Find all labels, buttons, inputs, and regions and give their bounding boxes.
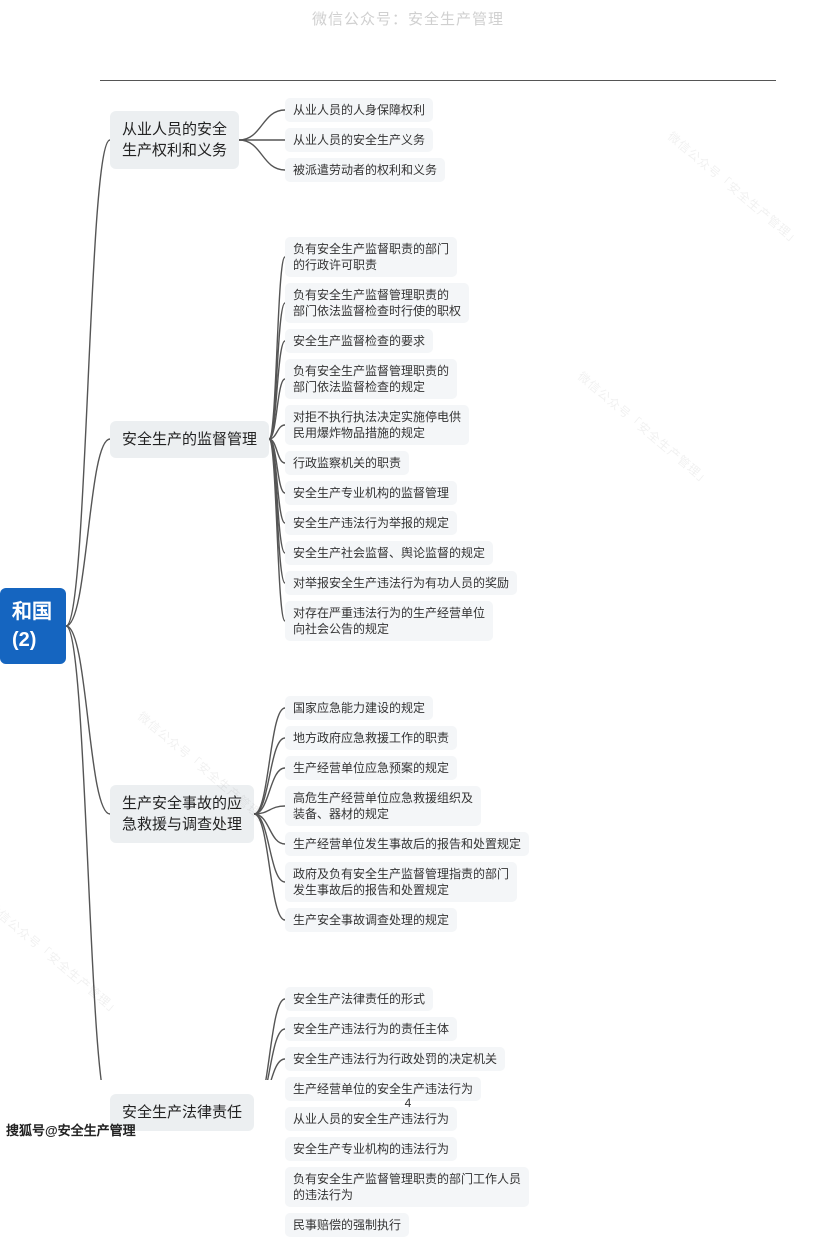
leaf-node: 安全生产法律责任的形式 — [285, 987, 433, 1011]
leaf-node: 地方政府应急救援工作的职责 — [285, 726, 457, 750]
leaf-node: 行政监察机关的职责 — [285, 451, 409, 475]
header-watermark: 微信公众号：安全生产管理 — [0, 8, 816, 29]
leaf-node: 安全生产违法行为的责任主体 — [285, 1017, 457, 1041]
leaf-node: 安全生产违法行为行政处罚的决定机关 — [285, 1047, 505, 1071]
leaf-node: 安全生产社会监督、舆论监督的规定 — [285, 541, 493, 565]
leaf-node: 从业人员的安全生产违法行为 — [285, 1107, 457, 1131]
leaf-node: 生产安全事故调查处理的规定 — [285, 908, 457, 932]
leaf-node: 负有安全生产监督管理职责的部门工作人员 的违法行为 — [285, 1167, 529, 1207]
leaf-node: 从业人员的人身保障权利 — [285, 98, 433, 122]
leaf-node: 生产经营单位发生事故后的报告和处置规定 — [285, 832, 529, 856]
leaf-node: 高危生产经营单位应急救援组织及 装备、器材的规定 — [285, 786, 481, 826]
leaf-node: 安全生产违法行为举报的规定 — [285, 511, 457, 535]
footer-source: 搜狐号@安全生产管理 — [6, 1120, 136, 1139]
mindmap-canvas: 从业人员的人身保障权利从业人员的安全生产义务被派遣劳动者的权利和义务 从业人员的安… — [0, 80, 816, 1080]
branch-node: 生产安全事故的应 急救援与调查处理 — [110, 785, 254, 843]
leaf-node: 安全生产监督检查的要求 — [285, 329, 433, 353]
leaf-node: 安全生产专业机构的违法行为 — [285, 1137, 457, 1161]
branch-node: 安全生产的监督管理 — [110, 421, 269, 458]
leaf-node: 从业人员的安全生产义务 — [285, 128, 433, 152]
leaf-node: 对拒不执行执法决定实施停电供 民用爆炸物品措施的规定 — [285, 405, 469, 445]
leaf-node: 政府及负有安全生产监督管理指责的部门 发生事故后的报告和处置规定 — [285, 862, 517, 902]
leaf-node: 被派遣劳动者的权利和义务 — [285, 158, 445, 182]
leaf-node: 生产经营单位应急预案的规定 — [285, 756, 457, 780]
leaf-node: 负有安全生产监督职责的部门 的行政许可职责 — [285, 237, 457, 277]
leaf-node: 民事赔偿的强制执行 — [285, 1213, 409, 1237]
page-number: 4 — [0, 1096, 816, 1110]
leaf-node: 安全生产专业机构的监督管理 — [285, 481, 457, 505]
leaf-node: 对存在严重违法行为的生产经营单位 向社会公告的规定 — [285, 601, 493, 641]
leaf-node: 国家应急能力建设的规定 — [285, 696, 433, 720]
leaf-node: 负有安全生产监督管理职责的 部门依法监督检查时行使的职权 — [285, 283, 469, 323]
root-node: 和国 (2) — [0, 588, 66, 664]
branch-node: 从业人员的安全 生产权利和义务 — [110, 111, 239, 169]
leaf-node: 对举报安全生产违法行为有功人员的奖励 — [285, 571, 517, 595]
leaf-node: 负有安全生产监督管理职责的 部门依法监督检查的规定 — [285, 359, 457, 399]
